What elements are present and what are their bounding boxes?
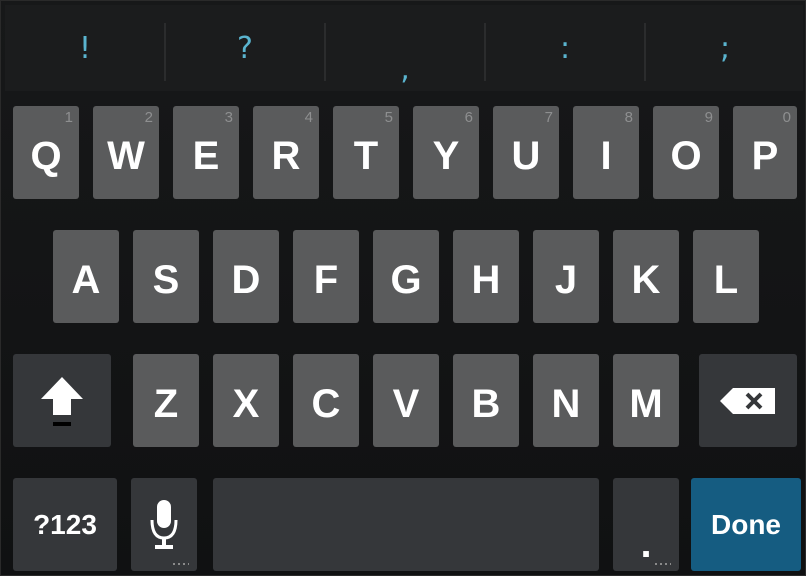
key-label: I [600, 134, 612, 178]
suggestion-comma[interactable]: , [325, 5, 485, 91]
space-bar[interactable] [213, 478, 599, 571]
key-o[interactable]: O9 [653, 106, 719, 199]
suggestion-colon[interactable]: : [485, 5, 645, 91]
key-a[interactable]: A [53, 230, 119, 323]
key-label: H [471, 258, 501, 302]
key-k[interactable]: K [613, 230, 679, 323]
key-x[interactable]: X [213, 354, 279, 447]
key-label: W [107, 134, 145, 178]
suggestion-semicolon[interactable]: ; [645, 5, 805, 91]
suggestion-question[interactable]: ? [165, 5, 325, 91]
key-m[interactable]: M [613, 354, 679, 447]
symbols-key[interactable]: ?123 [13, 478, 117, 571]
key-n[interactable]: N [533, 354, 599, 447]
soft-keyboard: ! ? , : ; Q1 W2 E3 R4 T5 Y6 U7 I8 O9 P0 … [0, 0, 806, 576]
key-y[interactable]: Y6 [413, 106, 479, 199]
key-label: O [670, 134, 702, 178]
key-hint: 0 [782, 109, 791, 126]
key-label: K [631, 258, 661, 302]
key-label: R [271, 134, 301, 178]
suggestion-strip: ! ? , : ; [5, 5, 803, 91]
key-label: T [353, 134, 379, 178]
symbols-label: ?123 [33, 508, 97, 540]
key-hint: 3 [224, 109, 233, 126]
key-label: J [554, 258, 578, 302]
key-label: M [629, 382, 663, 426]
key-hint: 5 [384, 109, 393, 126]
key-label: G [390, 258, 422, 302]
key-label: E [192, 134, 220, 178]
key-r[interactable]: R4 [253, 106, 319, 199]
key-label: L [713, 258, 739, 302]
suggestion-exclamation[interactable]: ! [5, 5, 165, 91]
key-label: Y [432, 134, 460, 178]
backspace-key[interactable] [699, 354, 797, 447]
key-hint: 4 [304, 109, 313, 126]
key-l[interactable]: L [693, 230, 759, 323]
key-c[interactable]: C [293, 354, 359, 447]
key-hint: 2 [144, 109, 153, 126]
long-press-indicator [173, 563, 189, 565]
key-label: U [511, 134, 541, 178]
microphone-icon [150, 499, 178, 549]
done-label: Done [711, 508, 781, 540]
key-label: V [392, 382, 420, 426]
key-q[interactable]: Q1 [13, 106, 79, 199]
key-s[interactable]: S [133, 230, 199, 323]
shift-key[interactable] [13, 354, 111, 447]
key-f[interactable]: F [293, 230, 359, 323]
key-w[interactable]: W2 [93, 106, 159, 199]
key-hint: 8 [624, 109, 633, 126]
key-label: Q [30, 134, 62, 178]
key-label: A [71, 258, 101, 302]
key-g[interactable]: G [373, 230, 439, 323]
key-hint: 1 [64, 109, 73, 126]
key-d[interactable]: D [213, 230, 279, 323]
key-label: D [231, 258, 261, 302]
key-t[interactable]: T5 [333, 106, 399, 199]
key-label: S [152, 258, 180, 302]
done-button[interactable]: Done [691, 478, 801, 571]
key-z[interactable]: Z [133, 354, 199, 447]
key-label: N [551, 382, 581, 426]
key-e[interactable]: E3 [173, 106, 239, 199]
key-hint: 6 [464, 109, 473, 126]
key-label: X [232, 382, 260, 426]
key-p[interactable]: P0 [733, 106, 797, 199]
key-label: F [313, 258, 339, 302]
key-label: B [471, 382, 501, 426]
key-v[interactable]: V [373, 354, 439, 447]
key-i[interactable]: I8 [573, 106, 639, 199]
backspace-icon [720, 387, 775, 414]
key-label: P [751, 134, 779, 178]
key-hint: 9 [704, 109, 713, 126]
key-u[interactable]: U7 [493, 106, 559, 199]
key-h[interactable]: H [453, 230, 519, 323]
shift-arrow-icon [41, 376, 83, 426]
voice-input-key[interactable] [131, 478, 197, 571]
period-label: . [640, 522, 652, 566]
key-label: C [311, 382, 341, 426]
period-key[interactable]: . [613, 478, 679, 571]
key-j[interactable]: J [533, 230, 599, 323]
key-label: Z [153, 382, 179, 426]
long-press-indicator [655, 563, 671, 565]
key-b[interactable]: B [453, 354, 519, 447]
key-hint: 7 [544, 109, 553, 126]
